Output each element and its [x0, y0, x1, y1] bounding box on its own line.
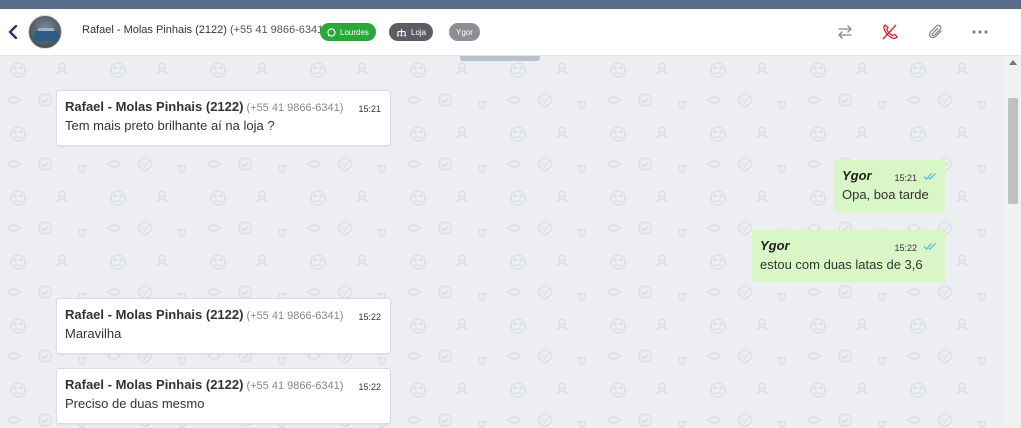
attach-icon[interactable]: [927, 23, 945, 41]
tag-label: Loja: [411, 27, 427, 37]
message-incoming[interactable]: Rafael - Molas Pinhais (2122) (+55 41 986…: [56, 368, 391, 424]
message-text: Tem mais preto brilhante aí na loja ?: [65, 118, 275, 133]
end-call-icon[interactable]: [881, 23, 899, 41]
message-sender: Rafael - Molas Pinhais (2122): [65, 99, 244, 114]
contact-phone: (+55 41 9866-6341): [229, 24, 327, 36]
scroll-up-arrow-icon[interactable]: [1009, 60, 1017, 65]
message-time: 15:21: [894, 173, 917, 183]
chat-header: Rafael - Molas Pinhais (2122) (+55 41 98…: [0, 9, 1021, 56]
top-strip: [0, 0, 1021, 9]
message-incoming[interactable]: Rafael - Molas Pinhais (2122) (+55 41 986…: [56, 90, 391, 146]
message-phone: (+55 41 9866-6341): [246, 310, 344, 322]
contact-title: Rafael - Molas Pinhais (2122) (+55 41 98…: [82, 24, 327, 36]
chat-scrollbar[interactable]: [1005, 56, 1021, 428]
more-icon[interactable]: [971, 23, 989, 41]
message-time: 15:21: [358, 104, 381, 114]
message-text: estou com duas latas de 3,6: [760, 257, 923, 272]
tag-label: Ygor: [456, 27, 473, 37]
message-outgoing[interactable]: Ygor 15:22 estou com duas latas de 3,6: [752, 230, 945, 282]
avatar[interactable]: [28, 15, 62, 49]
whatsapp-icon: [327, 27, 336, 37]
message-text: Preciso de duas mesmo: [65, 396, 205, 411]
message-incoming[interactable]: Rafael - Molas Pinhais (2122) (+55 41 986…: [56, 298, 391, 354]
tag-ygor[interactable]: Ygor: [449, 23, 480, 41]
message-time: 15:22: [894, 243, 917, 253]
message-sender: Rafael - Molas Pinhais (2122): [65, 377, 244, 392]
double-check-icon: [923, 173, 936, 180]
double-check-icon: [923, 243, 936, 250]
chat-area[interactable]: Rafael - Molas Pinhais (2122) (+55 41 986…: [0, 56, 1005, 428]
transfer-icon[interactable]: [836, 23, 854, 41]
message-phone: (+55 41 9866-6341): [246, 380, 344, 392]
message-outgoing[interactable]: Ygor 15:21 Opa, boa tarde: [834, 160, 945, 213]
message-time: 15:22: [358, 382, 381, 392]
tag-label: Lourdes: [340, 27, 369, 37]
load-more-handle[interactable]: [460, 56, 540, 61]
message-phone: (+55 41 9866-6341): [246, 102, 344, 114]
contact-name: Rafael - Molas Pinhais (2122): [82, 24, 227, 36]
tag-loja[interactable]: Loja: [389, 23, 434, 41]
message-text: Maravilha: [65, 326, 122, 341]
scroll-thumb[interactable]: [1008, 98, 1018, 204]
message-text: Opa, boa tarde: [842, 187, 929, 202]
message-time: 15:22: [358, 312, 381, 322]
back-icon[interactable]: [6, 23, 20, 41]
message-sender: Rafael - Molas Pinhais (2122): [65, 307, 244, 322]
sitemap-icon: [396, 28, 407, 37]
tag-lourdes[interactable]: Lourdes: [320, 23, 376, 41]
